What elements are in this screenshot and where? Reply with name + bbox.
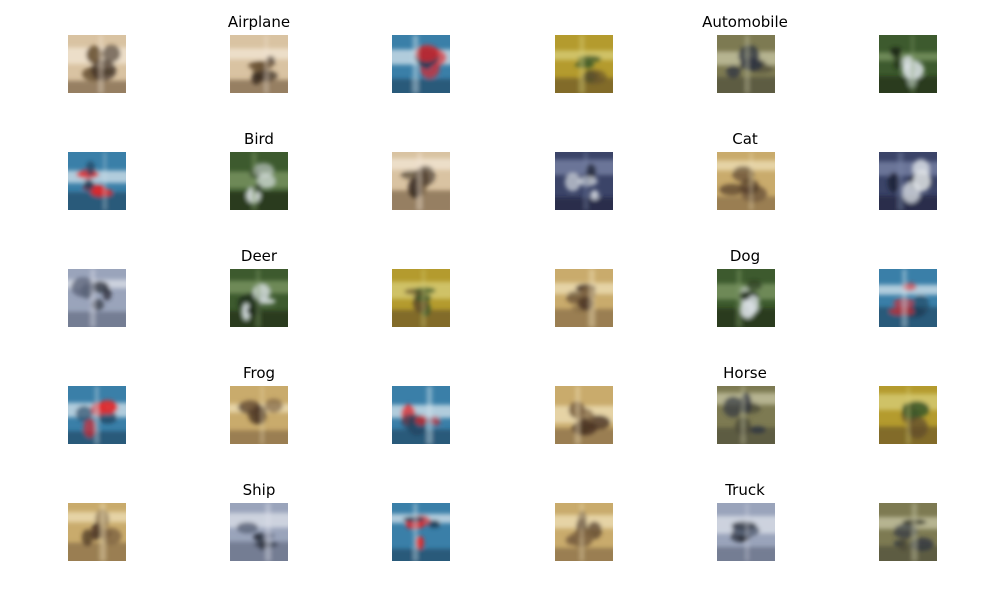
- class-title: Horse: [723, 364, 767, 382]
- class-title: Deer: [240, 247, 278, 265]
- generated-sample-image: [392, 269, 450, 327]
- generated-sample-image: [230, 35, 288, 93]
- generated-sample-image: [230, 503, 288, 561]
- generated-sample-image: [879, 503, 937, 561]
- generated-sample-image: [392, 35, 450, 93]
- generated-sample-image: [392, 386, 450, 444]
- generated-sample-image: [555, 386, 613, 444]
- generated-sample-image: [555, 503, 613, 561]
- generated-sample-image: [879, 386, 937, 444]
- generated-sample-image: [717, 269, 775, 327]
- class-title: Bird: [244, 130, 274, 148]
- generated-sample-image: [392, 503, 450, 561]
- generated-sample-image: [879, 35, 937, 93]
- generated-sample-image: [230, 269, 288, 327]
- class-title: Truck: [725, 481, 765, 499]
- generated-sample-image: [717, 503, 775, 561]
- generated-sample-image: [555, 35, 613, 93]
- generated-sample-image: [230, 386, 288, 444]
- generated-sample-image: [717, 152, 775, 210]
- generated-sample-image: [68, 269, 126, 327]
- generated-sample-image: [879, 152, 937, 210]
- generated-sample-image: [879, 269, 937, 327]
- generated-sample-image: [555, 269, 613, 327]
- generated-sample-image: [68, 152, 126, 210]
- class-title: Cat: [732, 130, 758, 148]
- class-title: Airplane: [227, 13, 291, 31]
- class-title: Frog: [242, 364, 276, 382]
- class-title: Ship: [242, 481, 276, 499]
- generated-sample-image: [717, 35, 775, 93]
- generated-sample-image: [68, 386, 126, 444]
- generated-sample-image: [392, 152, 450, 210]
- generated-sample-image: [68, 503, 126, 561]
- generated-sample-image: [717, 386, 775, 444]
- generated-sample-image: [555, 152, 613, 210]
- class-title: Automobile: [702, 13, 788, 31]
- generated-sample-image: [68, 35, 126, 93]
- class-title: Dog: [729, 247, 761, 265]
- generated-sample-image: [230, 152, 288, 210]
- generated-image-grid: Airplane Automobile Bird Cat Deer Dog Frog Hors…: [0, 0, 1000, 600]
